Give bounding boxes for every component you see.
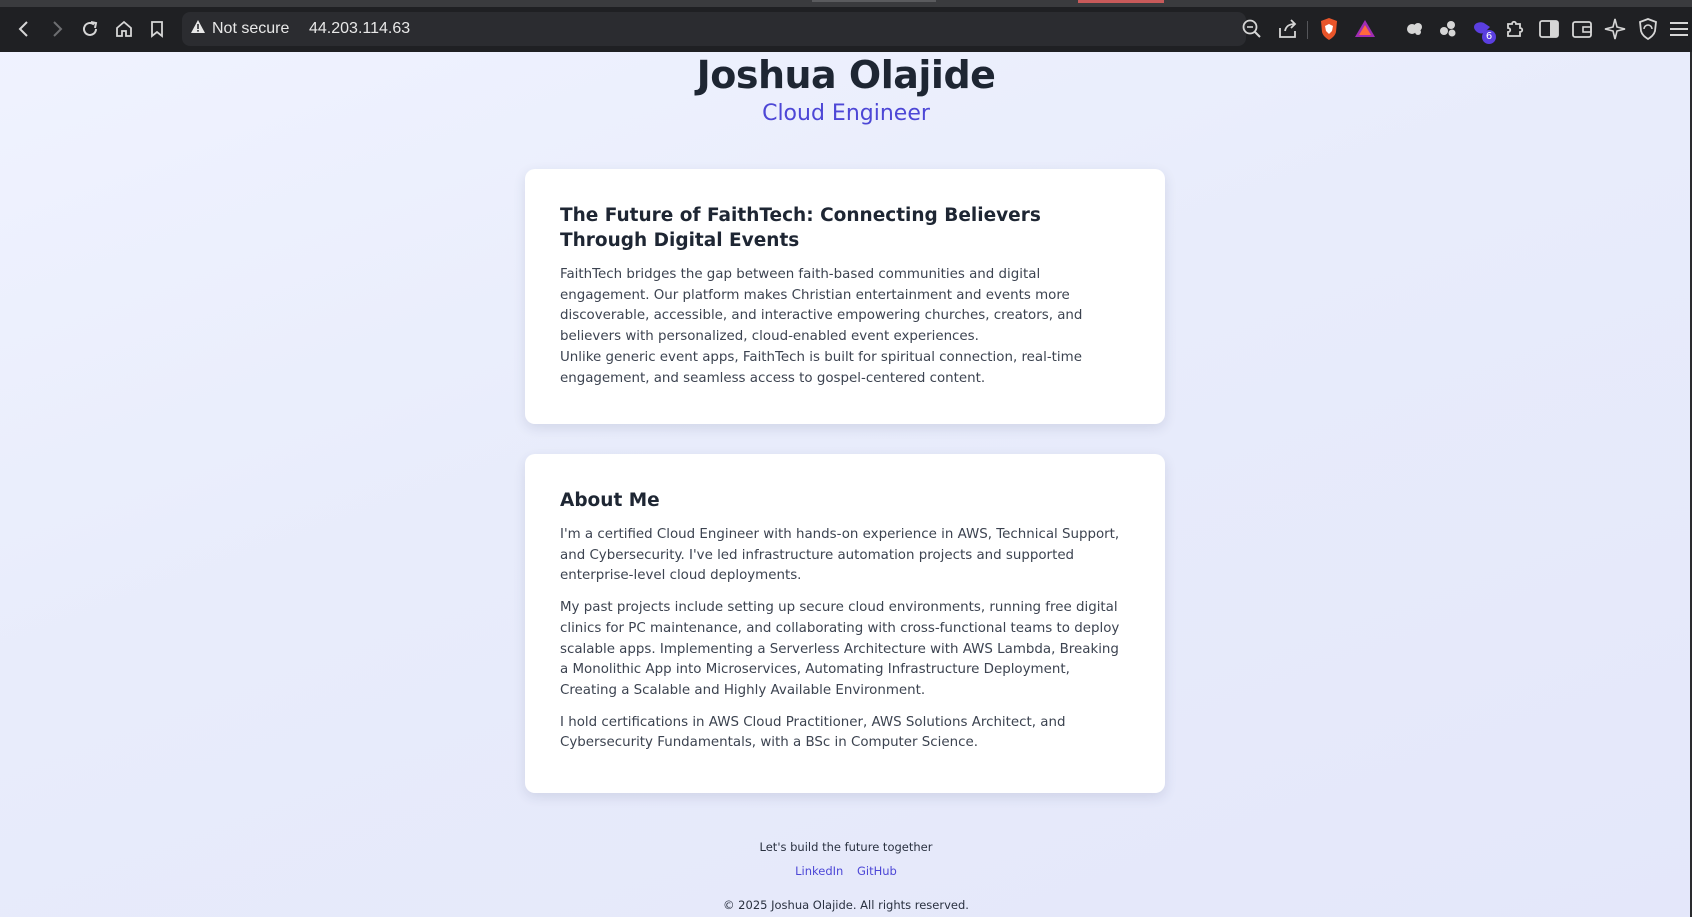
- brave-shields-button[interactable]: [1318, 17, 1342, 41]
- home-icon: [110, 19, 138, 39]
- card-title: The Future of FaithTech: Connecting Beli…: [560, 205, 1041, 251]
- security-label: Not secure: [212, 20, 290, 37]
- faithtech-card: The Future of FaithTech: Connecting Beli…: [525, 169, 1165, 424]
- forward-button[interactable]: [43, 15, 71, 43]
- wallet-icon: [1570, 17, 1594, 41]
- card-paragraph: I hold certifications in AWS Cloud Pract…: [560, 714, 1066, 751]
- reload-button[interactable]: [76, 15, 104, 43]
- site-name: Joshua Olajide: [696, 53, 996, 97]
- leo-ai-button[interactable]: [1603, 17, 1627, 41]
- security-indicator[interactable]: Not secure: [190, 12, 289, 46]
- browser-toolbar: Not secure 44.203.114.63 6: [0, 0, 1692, 52]
- card-paragraph: Unlike generic event apps, FaithTech is …: [560, 349, 1082, 386]
- share-icon: [1276, 17, 1300, 41]
- bookmark-button[interactable]: [143, 15, 171, 43]
- vpn-button[interactable]: [1636, 17, 1660, 41]
- zoom-icon: [1240, 17, 1264, 41]
- tab-strip-indicator: [812, 0, 936, 2]
- address-bar[interactable]: Not secure 44.203.114.63: [182, 12, 1375, 46]
- extension-icon: [1403, 17, 1427, 41]
- card-paragraph: My past projects include setting up secu…: [560, 600, 1120, 698]
- extensions-menu-button[interactable]: [1503, 17, 1527, 41]
- github-link[interactable]: GitHub: [857, 864, 897, 878]
- footer-links: LinkedIn GitHub: [0, 862, 1692, 880]
- zoom-button[interactable]: [1240, 17, 1264, 41]
- brave-shields-icon: [1318, 17, 1342, 41]
- page-content: Joshua Olajide Cloud Engineer The Future…: [0, 52, 1692, 917]
- sidebar-icon: [1537, 17, 1561, 41]
- back-icon: [10, 19, 38, 39]
- about-me-card: About Me I'm a certified Cloud Engineer …: [525, 454, 1165, 793]
- card-paragraph: FaithTech bridges the gap between faith-…: [560, 267, 1083, 345]
- url-text[interactable]: 44.203.114.63: [309, 12, 410, 46]
- vpn-icon: [1636, 17, 1660, 41]
- footer-tagline: Let's build the future together: [759, 840, 933, 854]
- site-footer: Let's build the future together LinkedIn…: [0, 838, 1692, 914]
- sidebar-toggle-button[interactable]: [1537, 17, 1561, 41]
- extension-badge: 6: [1482, 30, 1496, 44]
- warning-icon: [190, 19, 212, 40]
- active-tab-indicator: [1078, 0, 1164, 3]
- site-header: Joshua Olajide Cloud Engineer: [0, 52, 1692, 128]
- site-role: Cloud Engineer: [762, 101, 930, 126]
- menu-icon: [1668, 17, 1692, 41]
- reload-icon: [76, 19, 104, 39]
- brave-rewards-icon: [1354, 17, 1378, 41]
- address-bar-divider: [1307, 21, 1308, 39]
- wallet-button[interactable]: [1570, 17, 1594, 41]
- leo-ai-icon: [1603, 17, 1627, 41]
- brave-rewards-button[interactable]: [1354, 17, 1378, 41]
- footer-copyright: © 2025 Joshua Olajide. All rights reserv…: [723, 898, 969, 912]
- puzzle-icon: [1503, 17, 1527, 41]
- share-button[interactable]: [1276, 17, 1300, 41]
- extension-icon: [1436, 17, 1460, 41]
- extension-3-button[interactable]: 6: [1470, 17, 1496, 44]
- forward-icon: [43, 19, 71, 39]
- main-menu-button[interactable]: [1668, 17, 1692, 41]
- extension-2-button[interactable]: [1436, 17, 1460, 41]
- bookmark-icon: [143, 19, 171, 39]
- linkedin-link[interactable]: LinkedIn: [795, 864, 843, 878]
- back-button[interactable]: [10, 15, 38, 43]
- home-button[interactable]: [110, 15, 138, 43]
- card-title: About Me: [560, 490, 660, 511]
- card-paragraph: I'm a certified Cloud Engineer with hand…: [560, 527, 1120, 584]
- extension-1-button[interactable]: [1403, 17, 1427, 41]
